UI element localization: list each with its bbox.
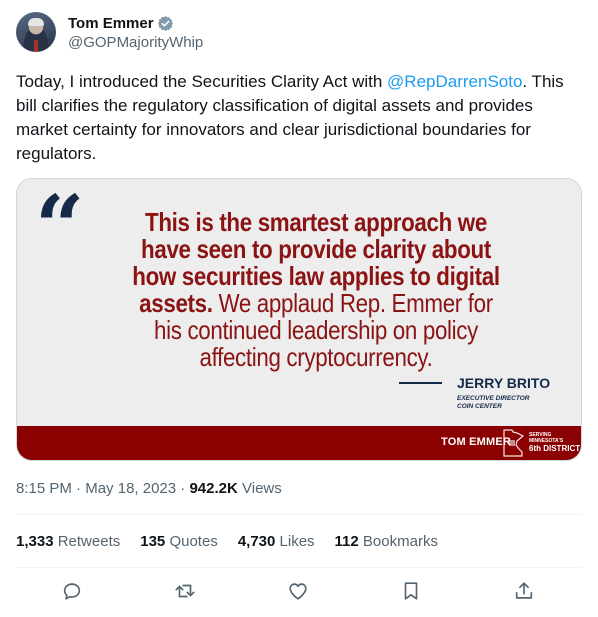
- retweets-count: 1,333: [16, 533, 54, 550]
- meta-separator: ·: [71, 480, 86, 497]
- verified-badge-icon: [157, 15, 173, 31]
- retweet-button[interactable]: [174, 580, 198, 604]
- tweet-image[interactable]: “ This is the smartest approach we have …: [16, 178, 582, 461]
- quotes-stat[interactable]: 135 Quotes: [140, 533, 218, 550]
- tweet-text: Today, I introduced the Securities Clari…: [16, 70, 582, 166]
- views-label: Views: [237, 480, 282, 497]
- likes-count: 4,730: [237, 533, 276, 550]
- attribution-name: JERRY BRITO: [457, 375, 551, 391]
- bookmarks-stat[interactable]: 112 Bookmarks: [335, 533, 438, 550]
- quotes-label: Quotes: [165, 533, 218, 550]
- bookmark-button[interactable]: [400, 580, 424, 604]
- attribution-title-2: COIN CENTER: [457, 403, 502, 410]
- bookmark-icon: [404, 582, 418, 600]
- tweet-meta: 8:15 PM · May 18, 2023 · 942.2K Views: [16, 480, 282, 497]
- attribution-title-1: EXECUTIVE DIRECTOR: [457, 395, 530, 402]
- quotes-count: 135: [140, 533, 166, 550]
- author-handle[interactable]: @GOPMajorityWhip: [68, 34, 203, 51]
- tweet-text-before: Today, I introduced the Securities Clari…: [16, 72, 388, 91]
- divider: [16, 514, 582, 515]
- retweets-label: Retweets: [53, 533, 121, 550]
- mention-link[interactable]: @RepDarrenSoto: [387, 72, 522, 91]
- banner-district: SERVING MINNESOTA'S 6th DISTRICT: [529, 432, 581, 453]
- views-count: 942.2K: [189, 480, 238, 497]
- likes-label: Likes: [275, 533, 315, 550]
- reply-icon: [63, 583, 81, 600]
- quote-text: This is the smartest approach we have se…: [124, 209, 508, 371]
- retweet-icon: [175, 584, 195, 598]
- attribution-title: EXECUTIVE DIRECTOR COIN CENTER: [457, 395, 529, 411]
- retweets-stat[interactable]: 1,333 Retweets: [16, 533, 120, 550]
- meta-separator: ·: [176, 480, 190, 497]
- banner-district-line2: 6th DISTRICT: [529, 444, 581, 453]
- divider: [16, 567, 582, 568]
- banner-district-line1: SERVING MINNESOTA'S: [529, 432, 564, 444]
- attribution-divider: [399, 382, 442, 384]
- like-button[interactable]: [287, 580, 311, 604]
- tweet-header: Tom Emmer @GOPMajorityWhip: [16, 12, 576, 54]
- minnesota-state-icon: [503, 429, 525, 457]
- reply-button[interactable]: [61, 580, 85, 604]
- avatar[interactable]: [16, 12, 56, 52]
- share-icon: [515, 582, 533, 599]
- bookmarks-label: Bookmarks: [358, 533, 438, 550]
- share-button[interactable]: [513, 580, 537, 604]
- likes-stat[interactable]: 4,730 Likes: [238, 533, 315, 550]
- engagement-stats: 1,333 Retweets 135 Quotes 4,730 Likes 11…: [16, 533, 458, 550]
- tweet-time[interactable]: 8:15 PM: [16, 480, 72, 497]
- action-bar: [16, 580, 582, 604]
- quote-mark-icon: “: [35, 178, 85, 278]
- image-banner: TOM EMMER SERVING MINNESOTA'S 6th DISTRI…: [17, 426, 581, 460]
- tweet-date[interactable]: May 18, 2023: [85, 480, 176, 497]
- like-icon: [289, 583, 307, 600]
- bookmarks-count: 112: [334, 533, 359, 550]
- author-names: Tom Emmer @GOPMajorityWhip: [68, 13, 203, 52]
- display-name[interactable]: Tom Emmer: [68, 15, 154, 32]
